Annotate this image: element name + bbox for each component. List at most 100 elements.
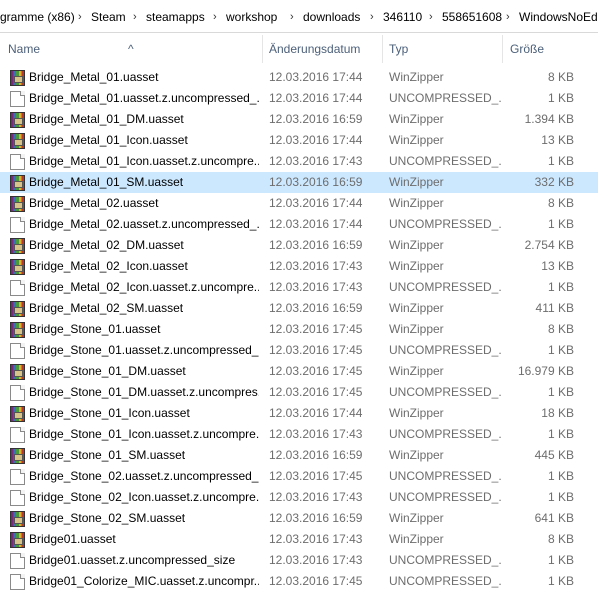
file-row[interactable]: Bridge_Metal_01_Icon.uasset 12.03.2016 17…: [0, 130, 598, 151]
file-row[interactable]: Bridge_Metal_01.uasset 12.03.2016 17:44 Wi…: [0, 67, 598, 88]
file-type: WinZipper: [389, 133, 444, 147]
file-size: 1 KB: [547, 553, 574, 567]
winzipper-archive-icon: [10, 406, 25, 422]
file-type: WinZipper: [389, 364, 444, 378]
breadcrumb-chevron-icon[interactable]: ›: [429, 10, 433, 25]
file-size: 411 KB: [535, 301, 574, 315]
winzipper-archive-icon: [10, 532, 25, 548]
address-breadcrumb[interactable]: gramme (x86) › Steam › steamapps › workshop › do…: [0, 0, 598, 33]
file-row[interactable]: Bridge_Metal_01_SM.uasset 12.03.2016 16:5…: [0, 172, 598, 193]
file-size: 1 KB: [547, 343, 574, 357]
file-name: Bridge_Metal_01_SM.uasset: [29, 175, 184, 189]
file-row[interactable]: Bridge_Metal_02_Icon.uasset.z.uncompre..…: [0, 277, 598, 298]
file-size: 1.394 KB: [524, 112, 574, 126]
file-name: Bridge_Stone_01_Icon.uasset.z.uncompre..…: [29, 427, 259, 441]
file-name: Bridge_Metal_01_Icon.uasset: [29, 133, 188, 147]
file-row[interactable]: Bridge_Metal_02_Icon.uasset 12.03.2016 17…: [0, 256, 598, 277]
winzipper-archive-icon: [10, 70, 25, 86]
breadcrumb-chevron-icon[interactable]: ›: [290, 10, 294, 25]
breadcrumb-segment[interactable]: workshop: [226, 10, 277, 25]
breadcrumb-segment[interactable]: downloads: [303, 10, 360, 25]
breadcrumb-chevron-icon[interactable]: ›: [213, 10, 217, 25]
file-row[interactable]: Bridge_Stone_01_SM.uasset 12.03.2016 16:5…: [0, 445, 598, 466]
breadcrumb-chevron-icon[interactable]: ›: [78, 10, 82, 25]
file-size: 16.979 KB: [517, 364, 574, 378]
file-row[interactable]: Bridge_Metal_01.uasset.z.uncompressed_..…: [0, 88, 598, 109]
file-date: 12.03.2016 17:43: [269, 427, 363, 441]
file-size: 1 KB: [547, 217, 574, 231]
file-row[interactable]: Bridge_Stone_02_SM.uasset 12.03.2016 16:5…: [0, 508, 598, 529]
column-header: Name ^ Änderungsdatum Typ Größe: [0, 35, 598, 63]
file-name: Bridge_Stone_01_Icon.uasset: [29, 406, 190, 420]
file-size: 1 KB: [547, 280, 574, 294]
file-row[interactable]: Bridge_Stone_02_Icon.uasset.z.uncompre..…: [0, 487, 598, 508]
breadcrumb-segment[interactable]: 346110: [383, 10, 422, 25]
file-type: WinZipper: [389, 238, 444, 252]
file-date: 12.03.2016 17:43: [269, 259, 363, 273]
file-row[interactable]: Bridge_Metal_01_DM.uasset 12.03.2016 16:5…: [0, 109, 598, 130]
file-size: 1 KB: [547, 469, 574, 483]
file-size: 8 KB: [547, 196, 574, 210]
blank-file-icon: [10, 574, 25, 590]
file-type: UNCOMPRESSED_...: [389, 343, 501, 357]
file-name: Bridge_Metal_01.uasset: [29, 70, 159, 84]
file-date: 12.03.2016 17:43: [269, 490, 363, 504]
file-name: Bridge01.uasset: [29, 532, 116, 546]
file-row[interactable]: Bridge01_Colorize_MIC.uasset.z.uncompr..…: [0, 571, 598, 592]
blank-file-icon: [10, 280, 25, 296]
file-type: UNCOMPRESSED_...: [389, 91, 501, 105]
winzipper-archive-icon: [10, 133, 25, 149]
file-row[interactable]: Bridge_Stone_01.uasset.z.uncompressed_..…: [0, 340, 598, 361]
file-type: UNCOMPRESSED_...: [389, 469, 501, 483]
blank-file-icon: [10, 469, 25, 485]
file-size: 8 KB: [547, 532, 574, 546]
file-row[interactable]: Bridge_Stone_01_DM.uasset.z.uncompres...…: [0, 382, 598, 403]
breadcrumb-segment[interactable]: WindowsNoEd: [519, 10, 598, 25]
winzipper-archive-icon: [10, 448, 25, 464]
breadcrumb-segment[interactable]: 558651608: [442, 10, 502, 25]
winzipper-archive-icon: [10, 301, 25, 317]
breadcrumb-segment[interactable]: Steam: [91, 10, 126, 25]
file-type: UNCOMPRESSED_...: [389, 490, 501, 504]
winzipper-archive-icon: [10, 175, 25, 191]
file-type: UNCOMPRESSED_...: [389, 217, 501, 231]
file-date: 12.03.2016 17:44: [269, 406, 363, 420]
breadcrumb-chevron-icon[interactable]: ›: [133, 10, 137, 25]
column-date-label: Änderungsdatum: [269, 42, 361, 56]
file-row[interactable]: Bridge01.uasset 12.03.2016 17:43 WinZipper…: [0, 529, 598, 550]
file-date: 12.03.2016 17:43: [269, 532, 363, 546]
file-size: 1 KB: [547, 91, 574, 105]
breadcrumb-segment[interactable]: gramme (x86): [0, 10, 75, 25]
breadcrumb-segment[interactable]: steamapps: [146, 10, 205, 25]
column-size-header[interactable]: Größe: [503, 35, 598, 63]
column-date-header[interactable]: Änderungsdatum: [263, 35, 381, 63]
file-row[interactable]: Bridge_Stone_01_Icon.uasset.z.uncompre..…: [0, 424, 598, 445]
breadcrumb-chevron-icon[interactable]: ›: [506, 10, 510, 25]
winzipper-archive-icon: [10, 112, 25, 128]
file-name: Bridge_Stone_01_SM.uasset: [29, 448, 186, 462]
file-date: 12.03.2016 17:43: [269, 280, 363, 294]
blank-file-icon: [10, 553, 25, 569]
file-type: UNCOMPRESSED_...: [389, 385, 501, 399]
file-row[interactable]: Bridge_Metal_02_DM.uasset 12.03.2016 16:5…: [0, 235, 598, 256]
file-date: 12.03.2016 17:45: [269, 574, 363, 588]
file-row[interactable]: Bridge_Metal_02_SM.uasset 12.03.2016 16:5…: [0, 298, 598, 319]
file-date: 12.03.2016 16:59: [269, 238, 363, 252]
file-date: 12.03.2016 17:43: [269, 154, 363, 168]
file-row[interactable]: Bridge_Metal_01_Icon.uasset.z.uncompre..…: [0, 151, 598, 172]
file-row[interactable]: Bridge_Metal_02.uasset 12.03.2016 17:44 Wi…: [0, 193, 598, 214]
file-row[interactable]: Bridge_Stone_01_Icon.uasset 12.03.2016 17…: [0, 403, 598, 424]
column-type-header[interactable]: Typ: [383, 35, 501, 63]
file-row[interactable]: Bridge_Stone_02.uasset.z.uncompressed_..…: [0, 466, 598, 487]
file-size: 8 KB: [547, 70, 574, 84]
file-date: 12.03.2016 17:45: [269, 469, 363, 483]
winzipper-archive-icon: [10, 196, 25, 212]
file-row[interactable]: Bridge01.uasset.z.uncompressed_size 12.03…: [0, 550, 598, 571]
file-row[interactable]: Bridge_Stone_01.uasset 12.03.2016 17:45 Wi…: [0, 319, 598, 340]
file-row[interactable]: Bridge_Metal_02.uasset.z.uncompressed_..…: [0, 214, 598, 235]
file-type: WinZipper: [389, 301, 444, 315]
file-row[interactable]: Bridge_Stone_01_DM.uasset 12.03.2016 17:4…: [0, 361, 598, 382]
breadcrumb-chevron-icon[interactable]: ›: [370, 10, 374, 25]
blank-file-icon: [10, 91, 25, 107]
column-name-header[interactable]: Name ^: [0, 35, 262, 63]
